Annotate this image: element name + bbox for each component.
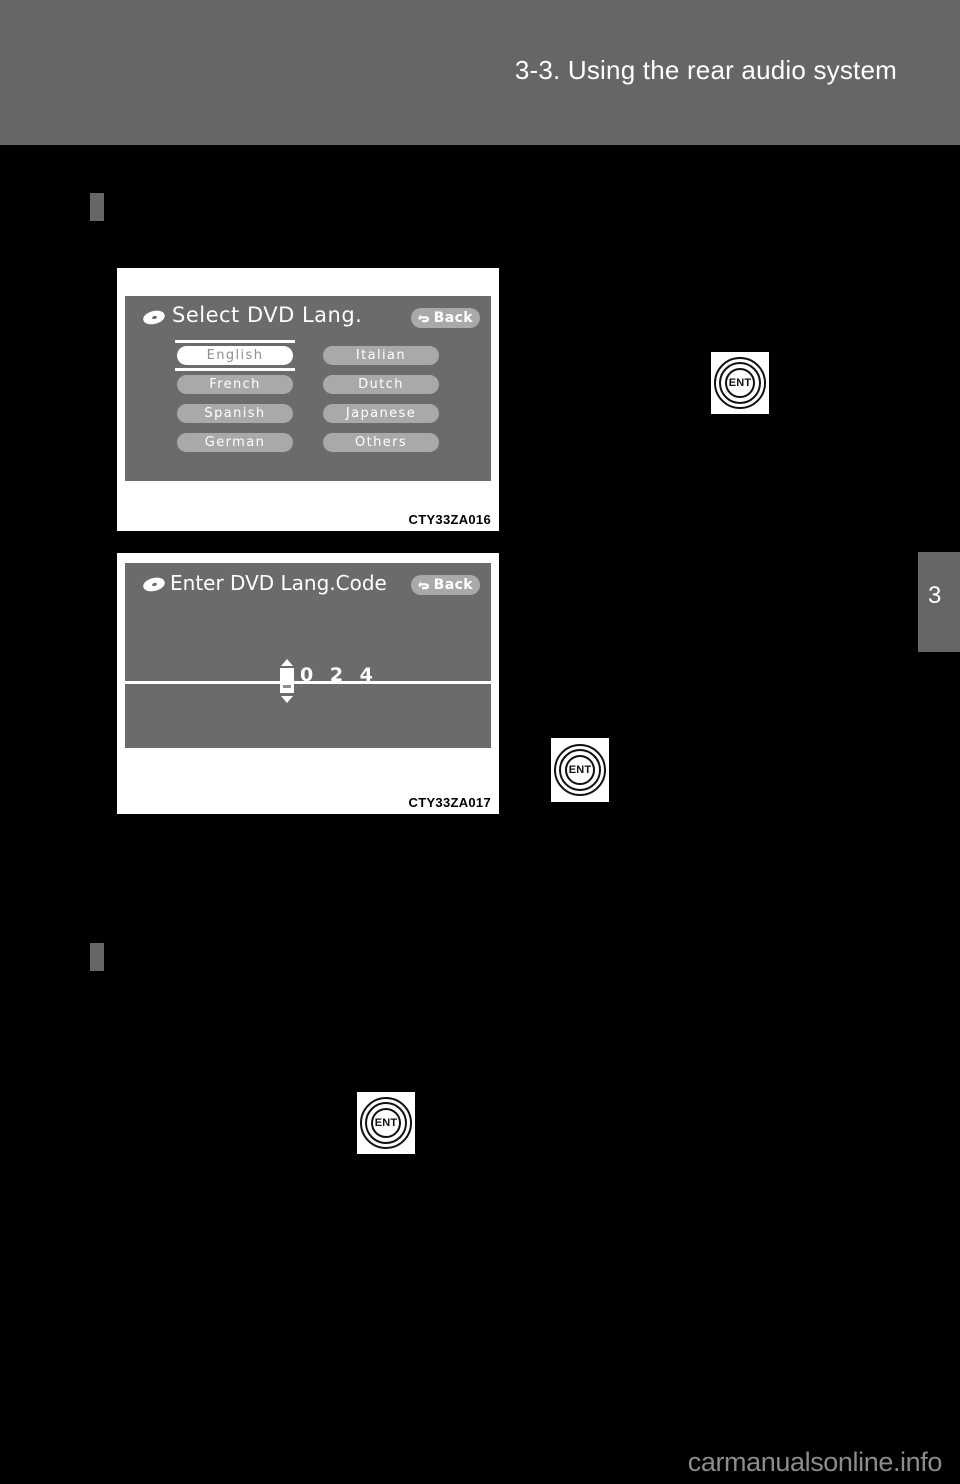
ent-button-3[interactable]: ENT <box>357 1092 415 1154</box>
language-option-label: German <box>204 435 266 450</box>
language-code-entry-area: 0 2 4 <box>125 563 491 748</box>
ent-button-label: ENT <box>568 764 592 776</box>
ent-ring-inner: ENT <box>725 368 755 398</box>
spinner-cursor <box>280 668 294 693</box>
figure-select-dvd-language: Select DVD Lang. Back English French Spa… <box>117 268 499 531</box>
language-option-label: Italian <box>355 348 407 363</box>
up-down-spinner-icon[interactable] <box>279 659 296 703</box>
language-option-label: English <box>206 348 264 363</box>
back-button-label: Back <box>433 310 473 326</box>
chapter-tab: 3 <box>918 552 960 652</box>
device-screen-select-language: Select DVD Lang. Back English French Spa… <box>125 296 491 481</box>
ent-ring-middle: ENT <box>719 362 761 404</box>
spinner-down-arrow[interactable] <box>281 696 293 703</box>
back-button[interactable]: Back <box>410 308 480 328</box>
language-option-dutch[interactable]: Dutch <box>323 375 439 394</box>
ent-button-2[interactable]: ENT <box>551 738 609 802</box>
language-column-left: English French Spanish German <box>175 340 295 462</box>
screen-title: Select DVD Lang. <box>172 303 363 327</box>
ent-button-label: ENT <box>728 377 752 389</box>
section-marker-bottom <box>90 943 104 971</box>
ent-ring-inner: ENT <box>371 1108 401 1138</box>
section-marker-top <box>90 193 104 221</box>
spinner-up-arrow[interactable] <box>281 659 293 666</box>
language-option-italian[interactable]: Italian <box>323 346 439 365</box>
language-option-french[interactable]: French <box>177 375 293 394</box>
dvd-disc-icon <box>141 308 167 327</box>
figure-caption: CTY33ZA016 <box>408 512 491 527</box>
language-option-japanese[interactable]: Japanese <box>323 404 439 423</box>
ent-ring-outer: ENT <box>714 357 766 409</box>
chapter-number: 3 <box>928 582 942 609</box>
ent-ring-middle: ENT <box>365 1102 407 1144</box>
ent-ring-outer: ENT <box>360 1097 412 1149</box>
device-screen-enter-code: Enter DVD Lang.Code Back 0 2 4 <box>125 563 491 748</box>
language-option-label: Spanish <box>204 406 266 421</box>
language-option-german[interactable]: German <box>177 433 293 452</box>
ent-ring-middle: ENT <box>559 749 601 791</box>
ent-ring-outer: ENT <box>554 744 606 796</box>
ent-ring-inner: ENT <box>565 755 595 785</box>
language-column-right: Italian Dutch Japanese Others <box>323 346 439 462</box>
language-option-label: Dutch <box>358 377 404 392</box>
language-option-label: Japanese <box>345 406 417 421</box>
page-title: 3-3. Using the rear audio system <box>514 55 897 85</box>
language-option-others[interactable]: Others <box>323 433 439 452</box>
page-header-band: 3-3. Using the rear audio system <box>0 0 960 145</box>
site-watermark: carmanualsonline.info <box>687 1447 943 1477</box>
language-option-english[interactable]: English <box>175 340 295 371</box>
figure-enter-dvd-language-code: Enter DVD Lang.Code Back 0 2 4 CTY33ZA01… <box>117 553 499 814</box>
figure-caption: CTY33ZA017 <box>408 795 491 810</box>
language-option-label: Others <box>354 435 408 450</box>
ent-button-label: ENT <box>374 1117 398 1129</box>
back-arrow-icon <box>417 312 431 324</box>
language-option-spanish[interactable]: Spanish <box>177 404 293 423</box>
ent-button-1[interactable]: ENT <box>711 352 769 414</box>
language-code-value: 0 2 4 <box>300 664 378 686</box>
language-option-label: French <box>209 377 261 392</box>
screen-title-bar: Select DVD Lang. Back <box>125 296 491 338</box>
